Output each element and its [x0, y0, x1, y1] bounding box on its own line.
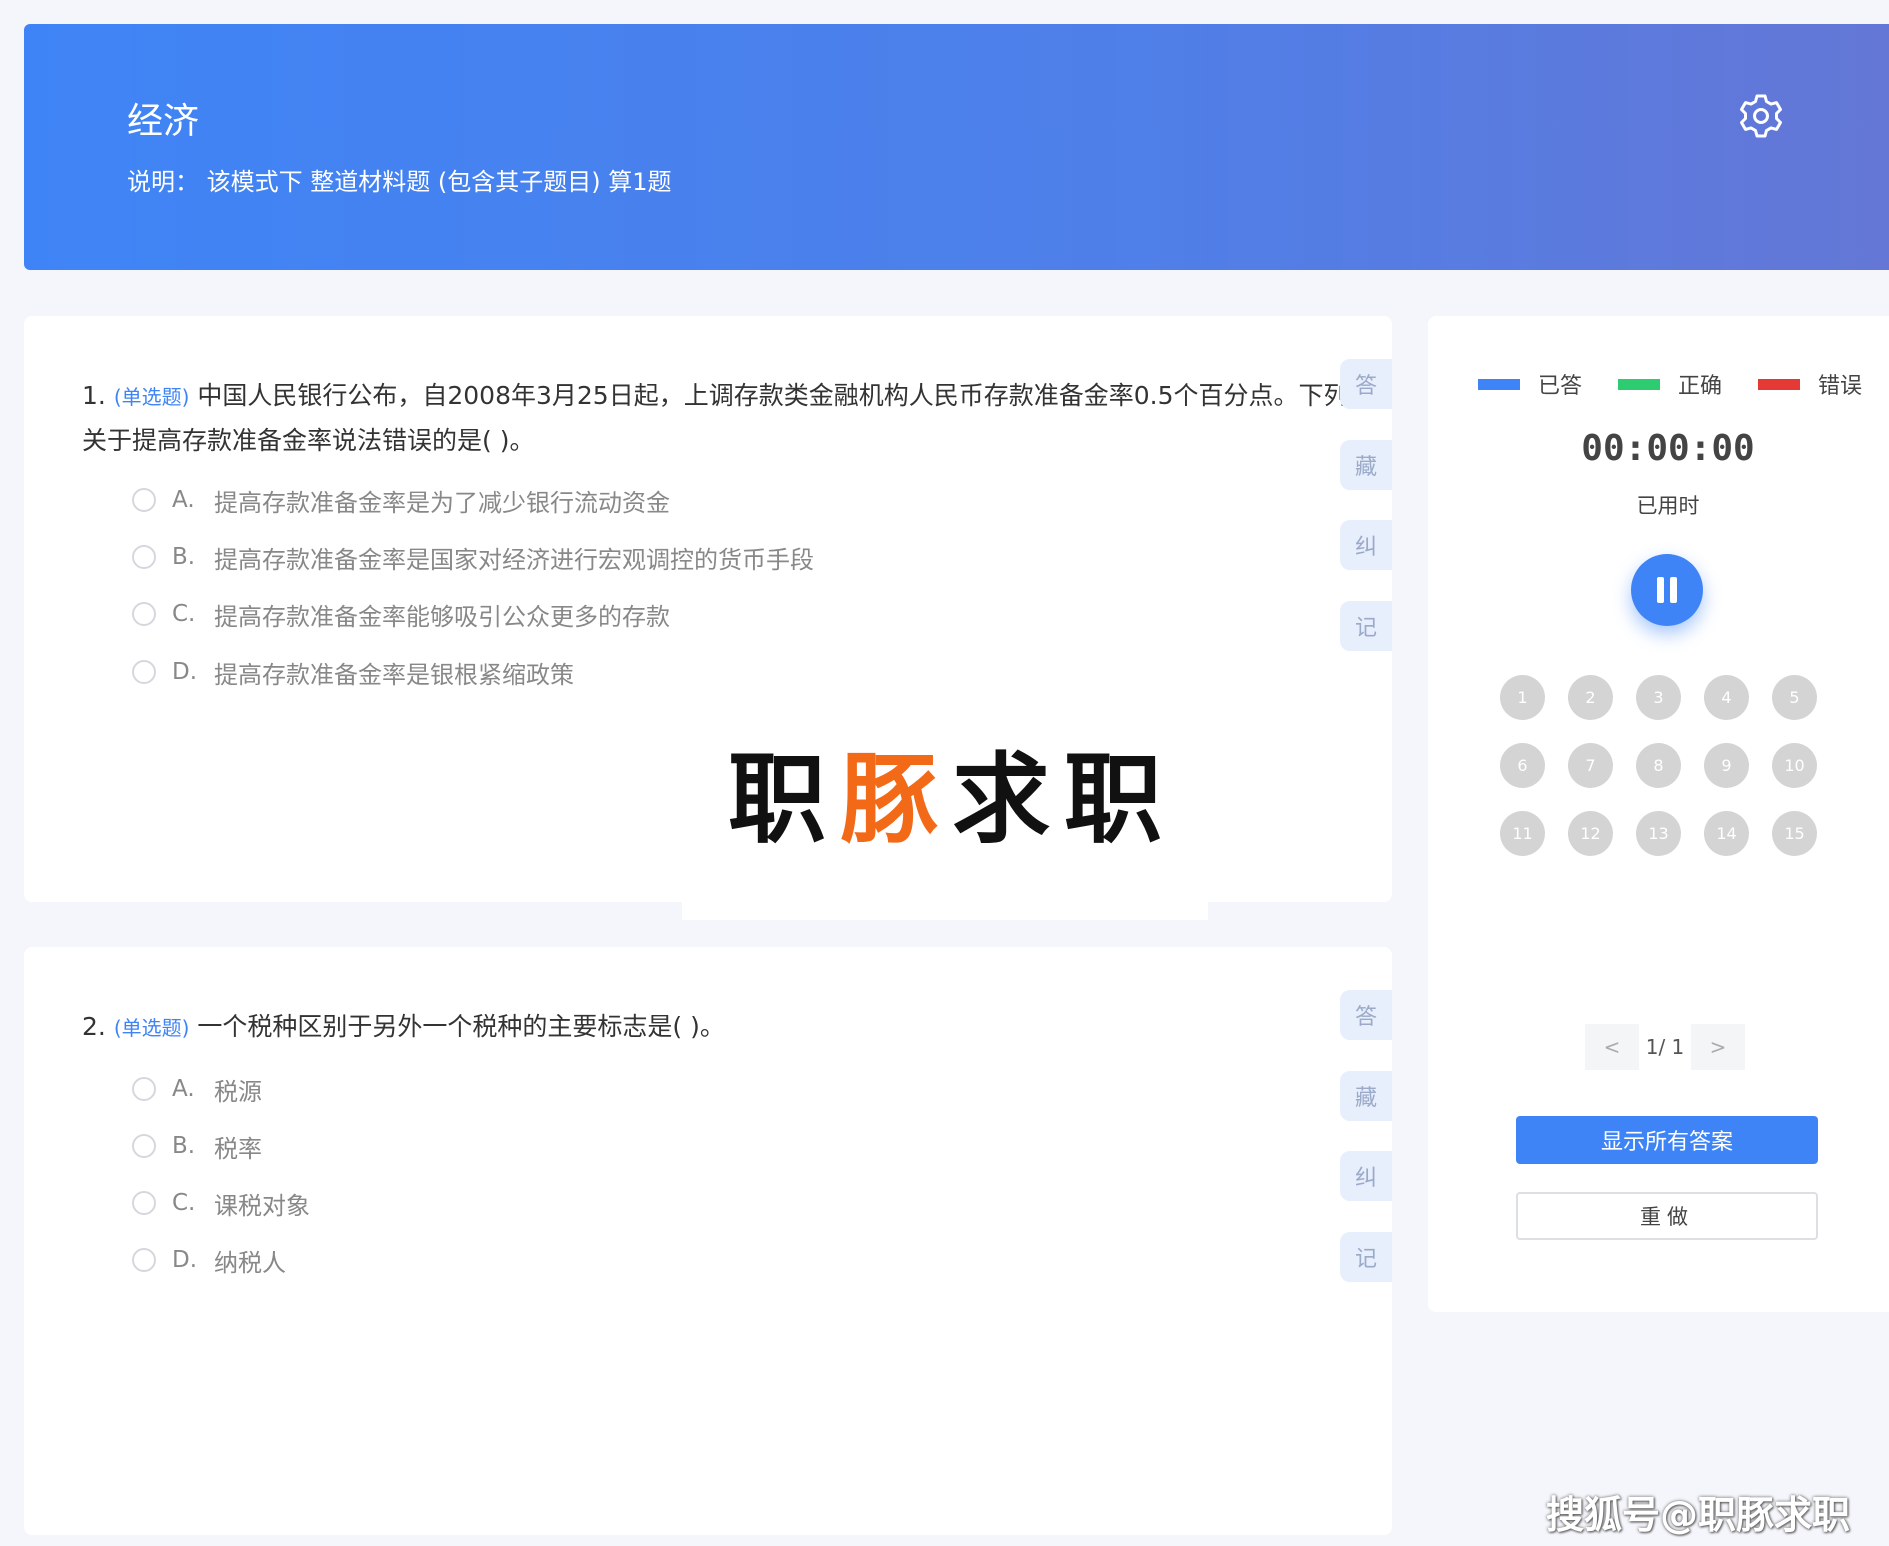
- logo-part: 职: [728, 743, 841, 857]
- option-letter: B.: [172, 1133, 196, 1159]
- question-stem: 1. (单选题) 中国人民银行公布，自2008年3月25日起，上调存款类金融机构…: [82, 374, 1352, 463]
- prev-page-button[interactable]: <: [1585, 1024, 1639, 1070]
- legend-label: 错误: [1818, 374, 1863, 399]
- legend-label: 已答: [1538, 374, 1583, 399]
- option-letter: D.: [172, 659, 198, 685]
- option-c[interactable]: C. 提高存款准备金率能够吸引公众更多的存款: [132, 596, 670, 632]
- note-button[interactable]: 记: [1340, 601, 1392, 651]
- option-letter: D.: [172, 1247, 198, 1273]
- question-nav-item[interactable]: 14: [1704, 811, 1749, 856]
- radio-button[interactable]: [132, 545, 156, 569]
- option-text: 提高存款准备金率是国家对经济进行宏观调控的货币手段: [214, 545, 814, 574]
- source-watermark: 搜狐号@职豚求职: [1546, 1493, 1851, 1537]
- option-letter: B.: [172, 544, 196, 570]
- answer-button[interactable]: 答: [1340, 359, 1392, 409]
- favorite-button[interactable]: 藏: [1340, 440, 1392, 490]
- option-text: 税源: [214, 1077, 262, 1106]
- report-error-button[interactable]: 纠: [1340, 520, 1392, 570]
- gear-icon[interactable]: [1737, 92, 1785, 140]
- option-letter: A.: [172, 487, 195, 513]
- option-text: 提高存款准备金率是银根紧缩政策: [214, 660, 574, 689]
- radio-button[interactable]: [132, 1191, 156, 1215]
- mode-description: 说明： 该模式下 整道材料题 (包含其子题目) 算1题: [127, 168, 672, 196]
- question-nav-item[interactable]: 13: [1636, 811, 1681, 856]
- question-nav-item[interactable]: 7: [1568, 743, 1613, 788]
- pagination: < 1/ 1 >: [1585, 1024, 1745, 1070]
- question-nav-item[interactable]: 3: [1636, 675, 1681, 720]
- radio-button[interactable]: [132, 1134, 156, 1158]
- option-text: 税率: [214, 1134, 262, 1163]
- question-stem: 2. (单选题) 一个税种区别于另外一个税种的主要标志是( )。: [82, 1005, 1352, 1050]
- question-nav-item[interactable]: 2: [1568, 675, 1613, 720]
- option-letter: C.: [172, 601, 196, 627]
- question-nav-item[interactable]: 8: [1636, 743, 1681, 788]
- legend-swatch: [1758, 378, 1800, 390]
- answer-sheet-panel: 已答 正确 错误 00:00:00 已用时 1 2 3 4 5 6 7 8 9 …: [1428, 316, 1889, 1312]
- radio-button[interactable]: [132, 660, 156, 684]
- question-nav-item[interactable]: 5: [1772, 675, 1817, 720]
- question-type: (单选题): [113, 1016, 190, 1040]
- next-page-button[interactable]: >: [1691, 1024, 1745, 1070]
- logo-part-accent: 豚: [840, 743, 953, 857]
- legend-swatch: [1478, 378, 1520, 390]
- option-letter: A.: [172, 1076, 195, 1102]
- radio-button[interactable]: [132, 602, 156, 626]
- page-title: 经济: [127, 101, 200, 142]
- question-nav-item[interactable]: 12: [1568, 811, 1613, 856]
- legend-swatch: [1618, 378, 1660, 390]
- legend-answered: 已答: [1478, 368, 1582, 400]
- favorite-button[interactable]: 藏: [1340, 1071, 1392, 1121]
- show-all-answers-button[interactable]: 显示所有答案: [1516, 1116, 1818, 1164]
- legend-wrong: 错误: [1758, 368, 1862, 400]
- question-text-cont: 关于提高存款准备金率说法错误的是( )。: [82, 426, 535, 455]
- option-d[interactable]: D. 提高存款准备金率是银根紧缩政策: [132, 654, 574, 690]
- report-error-button[interactable]: 纠: [1340, 1151, 1392, 1201]
- question-number-grid: 1 2 3 4 5 6 7 8 9 10 11 12 13 14 15: [1500, 675, 1830, 856]
- timer-label: 已用时: [1636, 494, 1700, 518]
- option-a[interactable]: A. 税源: [132, 1071, 262, 1107]
- option-text: 提高存款准备金率是为了减少银行流动资金: [214, 488, 670, 517]
- radio-button[interactable]: [132, 1248, 156, 1272]
- option-b[interactable]: B. 提高存款准备金率是国家对经济进行宏观调控的货币手段: [132, 539, 814, 575]
- option-d[interactable]: D. 纳税人: [132, 1242, 286, 1278]
- note-button[interactable]: 记: [1340, 1232, 1392, 1282]
- question-text: 一个税种区别于另外一个税种的主要标志是( )。: [197, 1012, 725, 1041]
- header-banner: 经济 说明： 该模式下 整道材料题 (包含其子题目) 算1题: [24, 24, 1889, 270]
- option-a[interactable]: A. 提高存款准备金率是为了减少银行流动资金: [132, 482, 670, 518]
- brand-logo: 职豚求职: [728, 720, 1176, 862]
- question-nav-item[interactable]: 4: [1704, 675, 1749, 720]
- question-nav-item[interactable]: 11: [1500, 811, 1545, 856]
- legend-correct: 正确: [1618, 368, 1722, 400]
- question-nav-item[interactable]: 10: [1772, 743, 1817, 788]
- question-type: (单选题): [113, 385, 190, 409]
- option-letter: C.: [172, 1190, 196, 1216]
- option-text: 课税对象: [214, 1191, 310, 1220]
- question-nav-item[interactable]: 15: [1772, 811, 1817, 856]
- radio-button[interactable]: [132, 1077, 156, 1101]
- question-nav-item[interactable]: 6: [1500, 743, 1545, 788]
- answer-button[interactable]: 答: [1340, 990, 1392, 1040]
- logo-part: 求职: [952, 743, 1177, 857]
- question-nav-item[interactable]: 9: [1704, 743, 1749, 788]
- legend-label: 正确: [1678, 374, 1723, 399]
- pause-button[interactable]: [1631, 554, 1703, 626]
- option-b[interactable]: B. 税率: [132, 1128, 262, 1164]
- question-nav-item[interactable]: 1: [1500, 675, 1545, 720]
- radio-button[interactable]: [132, 488, 156, 512]
- question-card-2: 2. (单选题) 一个税种区别于另外一个税种的主要标志是( )。 A. 税源 B…: [24, 947, 1392, 1535]
- option-text: 提高存款准备金率能够吸引公众更多的存款: [214, 602, 670, 631]
- page-indicator: 1/ 1: [1645, 1035, 1685, 1059]
- elapsed-timer: 00:00:00: [1581, 428, 1755, 469]
- option-c[interactable]: C. 课税对象: [132, 1185, 310, 1221]
- option-text: 纳税人: [214, 1248, 286, 1277]
- redo-button[interactable]: 重做: [1516, 1192, 1818, 1240]
- question-number: 2.: [82, 1012, 106, 1041]
- question-text: 中国人民银行公布，自2008年3月25日起，上调存款类金融机构人民币存款准备金率…: [197, 381, 1349, 410]
- question-number: 1.: [82, 381, 106, 410]
